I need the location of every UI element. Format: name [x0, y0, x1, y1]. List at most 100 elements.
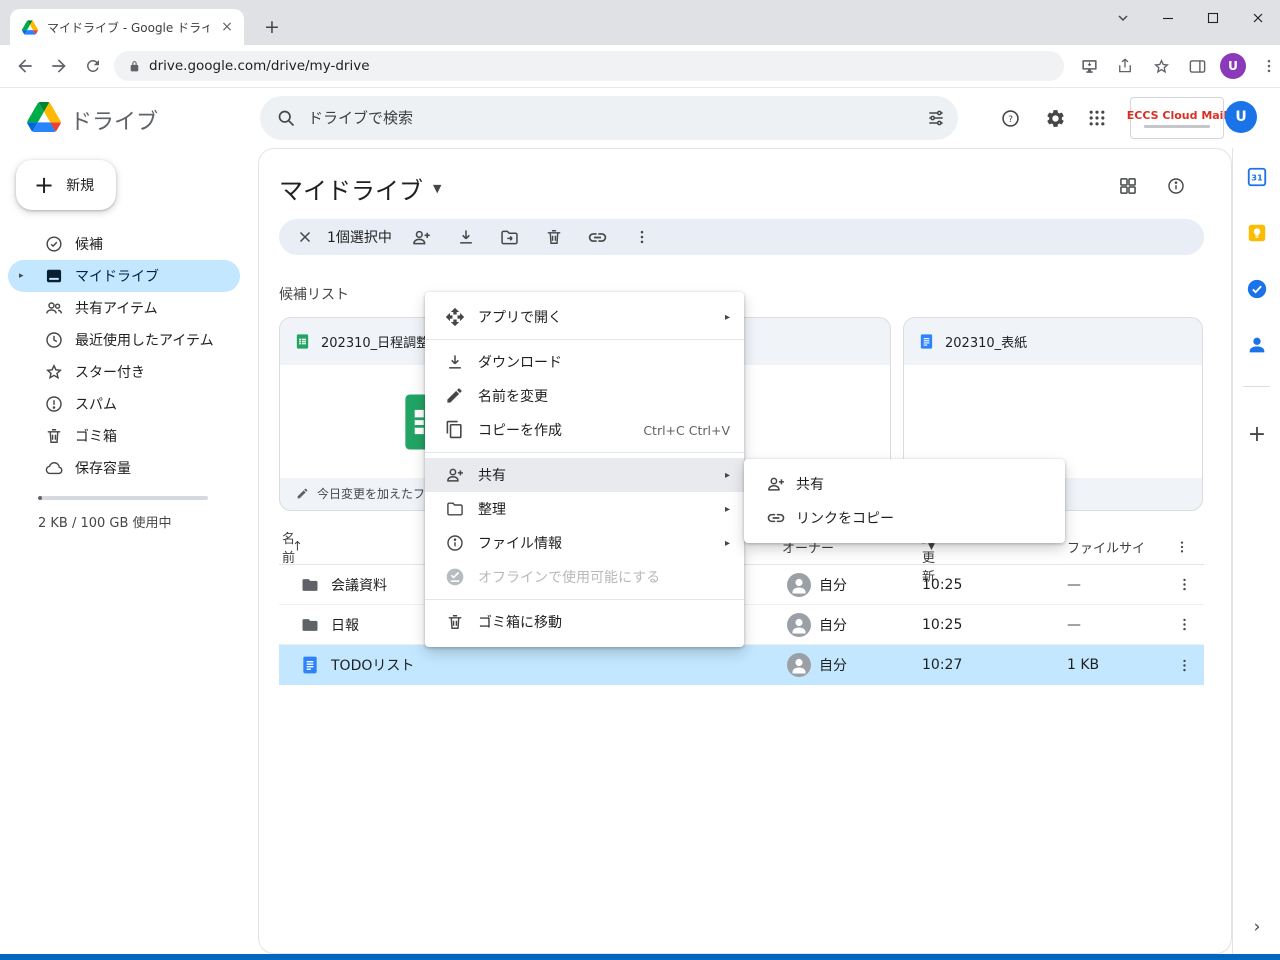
sidebar-item-shared[interactable]: 共有アイテム	[8, 292, 240, 324]
row-menu-icon[interactable]	[1172, 613, 1196, 637]
submenu-item-copy-link[interactable]: リンクをコピー	[744, 501, 1065, 535]
account-badge[interactable]: ECCS Cloud Mail	[1130, 97, 1224, 139]
window-close-button[interactable]	[1235, 0, 1280, 36]
card-file-name: 202310_日程調整	[321, 332, 429, 351]
menu-item-download[interactable]: ダウンロード	[425, 345, 744, 379]
sort-ascending-icon: ↑	[292, 539, 303, 554]
drive-search-bar[interactable]	[260, 96, 958, 140]
main-content-panel: マイドライブ ▼ 1個選択中 候補リスト	[258, 148, 1232, 954]
owner-name: 自分	[819, 615, 847, 635]
collapse-panel-chevron-icon[interactable]: ›	[1246, 916, 1268, 938]
menu-item-offline: オフラインで使用可能にする	[425, 560, 744, 594]
caret-down-icon: ▼	[928, 542, 935, 552]
suggested-icon	[44, 234, 64, 254]
menu-item-share[interactable]: 共有 ▸	[425, 458, 744, 492]
drive-avatar[interactable]: U	[1225, 101, 1257, 133]
svg-text:31: 31	[1251, 173, 1263, 183]
edit-pencil-icon	[296, 487, 309, 500]
tab-search-chevron-icon[interactable]	[1100, 0, 1145, 36]
menu-item-make-copy[interactable]: コピーを作成 Ctrl+C Ctrl+V	[425, 413, 744, 447]
menu-item-label: 名前を変更	[478, 386, 548, 406]
menu-item-label: オフラインで使用可能にする	[478, 567, 660, 587]
details-info-icon[interactable]	[1165, 175, 1187, 197]
page-title: マイドライブ	[279, 171, 423, 206]
sidebar-item-label: 最近使用したアイテム	[75, 330, 214, 350]
sidebar-item-label: マイドライブ	[75, 266, 159, 286]
info-icon	[445, 533, 465, 553]
sidebar-item-storage[interactable]: 保存容量	[8, 452, 240, 484]
submenu-item-share[interactable]: 共有	[744, 467, 1065, 501]
drive-search-input[interactable]	[308, 109, 914, 127]
sidebar-item-starred[interactable]: スター付き	[8, 356, 240, 388]
menu-item-organize[interactable]: 整理 ▸	[425, 492, 744, 526]
grid-view-icon[interactable]	[1117, 175, 1139, 197]
sidebar-item-spam[interactable]: スパム	[8, 388, 240, 420]
sidebar-item-trash[interactable]: ゴミ箱	[8, 420, 240, 452]
calendar-icon[interactable]: 31	[1246, 166, 1268, 188]
table-row-selected[interactable]: TODOリスト 自分 10:27 1 KB	[279, 645, 1204, 685]
menu-item-file-info[interactable]: ファイル情報 ▸	[425, 526, 744, 560]
docs-file-icon	[918, 333, 935, 350]
side-panel-icon[interactable]	[1180, 49, 1214, 83]
star-icon	[44, 362, 64, 382]
help-icon[interactable]: ?	[990, 98, 1030, 138]
menu-item-move-to-trash[interactable]: ゴミ箱に移動	[425, 605, 744, 639]
share-person-add-icon[interactable]	[400, 221, 444, 253]
menu-item-open-with[interactable]: アプリで開く ▸	[425, 300, 744, 334]
settings-gear-icon[interactable]	[1035, 98, 1075, 138]
copy-link-icon[interactable]	[576, 221, 620, 253]
docs-file-icon	[300, 655, 320, 675]
sidebar-item-label: 共有アイテム	[75, 298, 158, 318]
share-submenu: 共有 リンクをコピー	[744, 459, 1065, 543]
forward-button[interactable]	[42, 49, 76, 83]
file-name: 会議資料	[331, 575, 387, 595]
sidebar-item-my-drive[interactable]: ▸ マイドライブ	[8, 260, 240, 292]
new-button-label: 新規	[66, 175, 94, 195]
apps-grid-icon[interactable]	[1077, 98, 1117, 138]
row-menu-icon[interactable]	[1172, 653, 1196, 677]
new-button[interactable]: + 新規	[16, 160, 116, 210]
row-menu-icon[interactable]	[1172, 573, 1196, 597]
trash-icon[interactable]	[532, 221, 576, 253]
owner-avatar	[787, 573, 811, 597]
browser-tab[interactable]: マイドライブ - Google ドライブ ×	[10, 9, 244, 45]
people-icon	[44, 298, 64, 318]
add-addon-icon[interactable]: +	[1240, 420, 1274, 448]
expand-arrow-icon[interactable]: ▸	[19, 271, 24, 281]
window-minimize-button[interactable]	[1145, 0, 1190, 36]
sidebar-item-suggested[interactable]: 候補	[8, 228, 240, 260]
search-options-icon[interactable]	[926, 108, 946, 128]
share-icon[interactable]	[1108, 49, 1142, 83]
address-bar[interactable]: drive.google.com/drive/my-drive	[114, 51, 1064, 81]
tab-close-icon[interactable]: ×	[218, 18, 236, 36]
column-header-size[interactable]: ファイルサイズ	[1067, 537, 1143, 556]
download-icon[interactable]	[444, 221, 488, 253]
move-to-folder-icon[interactable]	[488, 221, 532, 253]
contacts-icon[interactable]	[1246, 334, 1268, 356]
trash-icon	[445, 612, 465, 632]
lock-icon	[128, 60, 141, 73]
browser-menu-icon[interactable]	[1252, 49, 1280, 83]
keep-icon[interactable]	[1246, 222, 1268, 244]
reload-button[interactable]	[76, 49, 110, 83]
menu-item-label: アプリで開く	[478, 307, 562, 327]
bookmark-star-icon[interactable]	[1144, 49, 1178, 83]
sidebar-item-recent[interactable]: 最近使用したアイテム	[8, 324, 240, 356]
caret-down-icon: ▼	[433, 182, 441, 195]
shortcut-text: Ctrl+C Ctrl+V	[643, 423, 730, 438]
tasks-icon[interactable]	[1246, 278, 1268, 300]
page-title-dropdown[interactable]: マイドライブ ▼	[279, 171, 441, 206]
sheets-file-icon	[294, 333, 311, 350]
tab-title: マイドライブ - Google ドライブ	[47, 19, 209, 36]
new-tab-button[interactable]: +	[258, 13, 286, 41]
back-button[interactable]	[8, 49, 42, 83]
browser-avatar[interactable]: U	[1220, 53, 1246, 79]
clear-selection-icon[interactable]	[295, 227, 315, 247]
column-options-icon[interactable]	[1172, 539, 1192, 555]
submenu-arrow-icon: ▸	[725, 312, 730, 323]
window-maximize-button[interactable]	[1190, 0, 1235, 36]
more-actions-icon[interactable]	[620, 221, 664, 253]
selection-toolbar: 1個選択中	[279, 219, 1204, 255]
menu-item-rename[interactable]: 名前を変更	[425, 379, 744, 413]
install-icon[interactable]	[1072, 49, 1106, 83]
